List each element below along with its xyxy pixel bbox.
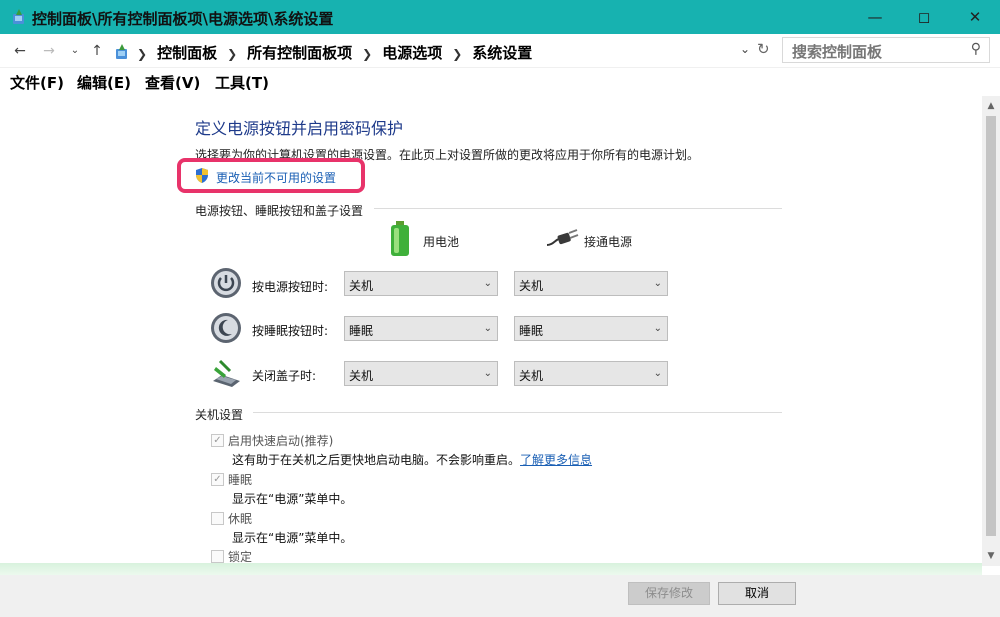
chevron-right-icon[interactable]: ❯ bbox=[452, 47, 462, 61]
power-button-label: 按电源按钮时: bbox=[252, 280, 329, 294]
battery-column-header: 用电池 bbox=[423, 235, 460, 249]
minimize-button[interactable]: — bbox=[852, 0, 898, 34]
chevron-down-icon: ⌄ bbox=[653, 278, 662, 289]
hibernate-description: 显示在“电源”菜单中。 bbox=[232, 531, 353, 545]
lid-close-battery-select[interactable]: 关机 ⌄ bbox=[344, 361, 498, 386]
menu-file[interactable]: 文件(F) bbox=[10, 72, 64, 93]
select-value: 睡眠 bbox=[349, 324, 374, 338]
title-bar: 控制面板\所有控制面板项\电源选项\系统设置 — ◻ ✕ bbox=[0, 0, 1000, 34]
chevron-right-icon[interactable]: ❯ bbox=[362, 47, 372, 61]
lid-close-label: 关闭盖子时: bbox=[252, 369, 317, 383]
recent-chevron-icon[interactable]: ⌄ bbox=[64, 40, 86, 62]
chevron-right-icon[interactable]: ❯ bbox=[227, 47, 237, 61]
close-button[interactable]: ✕ bbox=[952, 0, 998, 34]
section-divider bbox=[253, 412, 782, 413]
page-title: 定义电源按钮并启用密码保护 bbox=[195, 119, 404, 138]
fast-startup-description: 这有助于在关机之后更快地启动电脑。不会影响重启。了解更多信息 bbox=[232, 451, 592, 468]
vertical-scrollbar[interactable]: ▲ ▼ bbox=[982, 96, 1000, 566]
scroll-thumb[interactable] bbox=[986, 116, 996, 536]
select-value: 关机 bbox=[349, 279, 374, 293]
menu-bar: 文件(F) 编辑(E) 查看(V) 工具(T) bbox=[0, 68, 1000, 96]
shutdown-settings-heading: 关机设置 bbox=[195, 408, 244, 422]
power-button-plugged-select[interactable]: 关机 ⌄ bbox=[514, 271, 668, 296]
breadcrumb-item[interactable]: 控制面板 bbox=[157, 44, 217, 62]
address-bar[interactable]: ❯ 控制面板 ❯ 所有控制面板项 ❯ 电源选项 ❯ 系统设置 ⌄ ↻ bbox=[110, 38, 776, 64]
select-value: 关机 bbox=[519, 279, 544, 293]
learn-more-link[interactable]: 了解更多信息 bbox=[520, 453, 592, 467]
lid-close-plugged-select[interactable]: 关机 ⌄ bbox=[514, 361, 668, 386]
sleep-button-icon bbox=[211, 313, 241, 343]
section-divider bbox=[374, 208, 782, 209]
battery-icon bbox=[391, 221, 409, 256]
sleep-button-label: 按睡眠按钮时: bbox=[252, 324, 329, 338]
breadcrumb-item[interactable]: 电源选项 bbox=[382, 44, 442, 62]
hibernate-label: 休眠 bbox=[228, 512, 253, 526]
forward-arrow-icon[interactable]: → bbox=[38, 40, 60, 62]
breadcrumb-item[interactable]: 系统设置 bbox=[472, 44, 532, 62]
menu-tools[interactable]: 工具(T) bbox=[215, 72, 269, 93]
fast-startup-desc-text: 这有助于在关机之后更快地启动电脑。不会影响重启。 bbox=[232, 453, 521, 467]
save-changes-button[interactable]: 保存修改 bbox=[628, 582, 710, 605]
scroll-down-icon[interactable]: ▼ bbox=[982, 548, 1000, 564]
breadcrumb-item[interactable]: 所有控制面板项 bbox=[247, 44, 352, 62]
sleep-checkbox[interactable]: ✓ bbox=[211, 473, 224, 486]
power-plug-icon bbox=[546, 229, 579, 246]
address-dropdown-icon[interactable]: ⌄ bbox=[740, 42, 750, 56]
power-buttons-heading: 电源按钮、睡眠按钮和盖子设置 bbox=[195, 204, 364, 218]
change-unavailable-settings-link[interactable]: 更改当前不可用的设置 bbox=[216, 169, 336, 186]
refresh-icon[interactable]: ↻ bbox=[757, 40, 770, 58]
cancel-button[interactable]: 取消 bbox=[718, 582, 796, 605]
menu-view[interactable]: 查看(V) bbox=[145, 72, 200, 93]
up-arrow-icon[interactable]: ↑ bbox=[86, 40, 108, 62]
power-button-battery-select[interactable]: 关机 ⌄ bbox=[344, 271, 498, 296]
decorative-strip bbox=[0, 563, 982, 575]
sleep-label: 睡眠 bbox=[228, 473, 253, 487]
sleep-button-battery-select[interactable]: 睡眠 ⌄ bbox=[344, 316, 498, 341]
chevron-down-icon: ⌄ bbox=[483, 278, 492, 289]
back-arrow-icon[interactable]: ← bbox=[9, 40, 31, 62]
footer-bar bbox=[0, 575, 1000, 617]
control-panel-icon bbox=[116, 44, 127, 59]
fast-startup-label: 启用快速启动(推荐) bbox=[228, 434, 334, 448]
fast-startup-checkbox[interactable]: ✓ bbox=[211, 434, 224, 447]
breadcrumb: ❯ 控制面板 ❯ 所有控制面板项 ❯ 电源选项 ❯ 系统设置 bbox=[137, 42, 532, 63]
uac-shield-icon bbox=[196, 168, 208, 183]
laptop-lid-icon bbox=[213, 359, 240, 387]
hibernate-checkbox[interactable] bbox=[211, 512, 224, 525]
search-placeholder: 搜索控制面板 bbox=[792, 43, 883, 61]
sleep-description: 显示在“电源”菜单中。 bbox=[232, 492, 353, 506]
chevron-down-icon: ⌄ bbox=[653, 368, 662, 379]
select-value: 关机 bbox=[349, 369, 374, 383]
chevron-down-icon: ⌄ bbox=[653, 323, 662, 334]
chevron-right-icon[interactable]: ❯ bbox=[137, 47, 147, 61]
select-value: 睡眠 bbox=[519, 324, 544, 338]
lock-checkbox[interactable] bbox=[211, 550, 224, 563]
control-panel-icon bbox=[13, 9, 24, 24]
menu-edit[interactable]: 编辑(E) bbox=[77, 72, 131, 93]
plugged-in-column-header: 接通电源 bbox=[584, 235, 633, 249]
scroll-up-icon[interactable]: ▲ bbox=[982, 98, 1000, 114]
sleep-button-plugged-select[interactable]: 睡眠 ⌄ bbox=[514, 316, 668, 341]
power-button-icon bbox=[211, 268, 241, 298]
chevron-down-icon: ⌄ bbox=[483, 323, 492, 334]
maximize-button[interactable]: ◻ bbox=[901, 0, 947, 34]
search-input[interactable]: 搜索控制面板 ⚲ bbox=[782, 37, 990, 63]
search-icon[interactable]: ⚲ bbox=[971, 41, 981, 57]
window-title: 控制面板\所有控制面板项\电源选项\系统设置 bbox=[32, 10, 334, 28]
select-value: 关机 bbox=[519, 369, 544, 383]
chevron-down-icon: ⌄ bbox=[483, 368, 492, 379]
